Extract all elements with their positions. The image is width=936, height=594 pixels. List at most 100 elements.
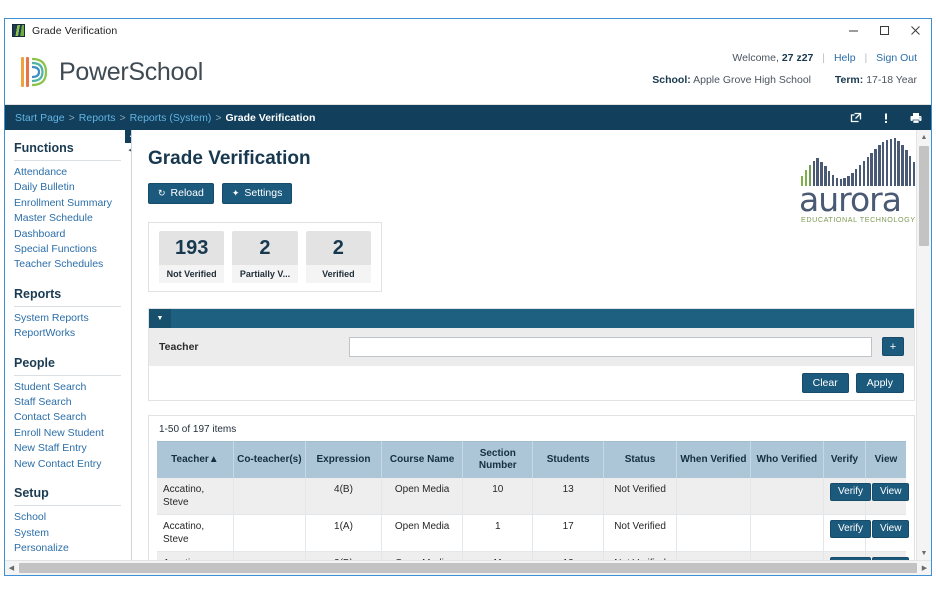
sidebar-item-enrollment-summary[interactable]: Enrollment Summary [14,196,121,211]
cell-status: Not Verified [603,478,676,515]
results-panel: 1-50 of 197 items Teacher▲ Co-teacher(s)… [148,415,915,560]
sidebar-item-attendance[interactable]: Attendance [14,165,121,180]
filter-panel-header: ▼ [149,309,914,328]
scroll-left-arrow-icon[interactable]: ◀ [5,564,18,572]
stat-label: Not Verified [159,265,224,283]
cell-verify: Verify [824,478,866,515]
column-header-verify: Verify [824,442,866,479]
cell-who-verified [750,478,823,515]
stat-card-partially-verified[interactable]: 2 Partially V... [232,231,297,283]
column-header-course-name[interactable]: Course Name [382,442,463,479]
scroll-down-arrow-icon[interactable]: ▼ [917,546,931,560]
sidebar-item-system-reports[interactable]: System Reports [14,311,121,326]
sidebar-group-reports: Reports System Reports ReportWorks [14,281,121,342]
minimize-button[interactable] [838,19,869,42]
sidebar-heading-people: People [14,350,121,376]
stat-card-verified[interactable]: 2 Verified [306,231,371,283]
window-titlebar: Grade Verification [5,19,931,43]
sidebar-item-system[interactable]: System [14,526,121,541]
sidebar-item-school[interactable]: School [14,510,121,525]
brand-name: PowerSchool [59,58,203,87]
column-header-coteachers[interactable]: Co-teacher(s) [233,442,305,479]
breadcrumb-item-reports[interactable]: Reports [79,112,116,124]
horizontal-scrollbar[interactable]: ◀ ▶ [5,560,931,575]
verify-button[interactable]: Verify [830,520,871,538]
cell-teacher: Accatino, Steve [157,478,233,515]
stat-label: Partially V... [232,265,297,283]
teacher-field-label: Teacher [159,341,339,353]
column-header-students[interactable]: Students [533,442,603,479]
cell-students: 13 [533,478,603,515]
sidebar-item-special-functions[interactable]: Special Functions [14,242,121,257]
table-row[interactable]: Accatino, Steve 3(B) Open Media 11 13 No… [157,552,906,561]
sidebar-item-master-schedule[interactable]: Master Schedule [14,211,121,226]
powerschool-logo: PowerSchool [21,55,203,89]
settings-button[interactable]: ✦ Settings [222,183,293,204]
aurora-logo: aurora EDUCATIONAL TECHNOLOGY [795,138,923,220]
sidebar-item-dashboard[interactable]: Dashboard [14,227,121,242]
column-header-status[interactable]: Status [603,442,676,479]
chevron-down-icon[interactable]: ▼ [149,309,171,328]
sidebar-item-new-staff-entry[interactable]: New Staff Entry [14,441,121,456]
column-header-expression[interactable]: Expression [305,442,381,479]
vertical-scrollbar-thumb[interactable] [919,146,929,246]
column-header-section-number[interactable]: Section Number [463,442,533,479]
school-value: Apple Grove High School [693,74,811,86]
sidebar-item-enroll-new-student[interactable]: Enroll New Student [14,426,121,441]
cell-section-number: 10 [463,478,533,515]
apply-button[interactable]: Apply [856,373,904,394]
print-icon[interactable] [909,112,923,124]
horizontal-scrollbar-thumb[interactable] [19,563,917,573]
add-filter-button[interactable]: + [882,337,904,356]
stats-panel: 193 Not Verified 2 Partially V... 2 Veri… [148,222,382,292]
reload-button[interactable]: ↻ Reload [148,183,214,204]
sidebar-heading-setup: Setup [14,480,121,506]
table-row[interactable]: Accatino, Steve 4(B) Open Media 10 13 No… [157,478,906,515]
sidebar-heading-functions: Functions [14,138,121,161]
app-icon [12,24,25,37]
column-header-view: View [865,442,906,479]
window-title: Grade Verification [32,25,117,37]
sidebar-item-contact-search[interactable]: Contact Search [14,410,121,425]
scroll-up-icon[interactable]: ▲ [125,130,132,143]
scroll-up-arrow-icon[interactable]: ▲ [917,130,931,144]
column-header-teacher[interactable]: Teacher▲ [157,442,233,479]
filter-panel-footer: Clear Apply [149,366,914,401]
help-link[interactable]: Help [834,52,856,64]
sidebar-item-student-search[interactable]: Student Search [14,380,121,395]
stat-value: 193 [161,237,222,260]
breadcrumb-item-reports-system[interactable]: Reports (System) [130,112,212,124]
cell-students: 17 [533,515,603,552]
stat-card-not-verified[interactable]: 193 Not Verified [159,231,224,283]
scroll-right-arrow-icon[interactable]: ▶ [918,564,931,572]
teacher-search-input[interactable] [349,337,872,357]
sidebar-item-personalize[interactable]: Personalize [14,541,121,556]
alert-icon[interactable] [879,112,893,124]
sidebar-item-new-contact-entry[interactable]: New Contact Entry [14,457,121,472]
sidebar-item-teacher-schedules[interactable]: Teacher Schedules [14,257,121,272]
powerschool-mark-icon [21,55,47,89]
cell-section-number: 1 [463,515,533,552]
table-row[interactable]: Accatino, Steve 1(A) Open Media 1 17 Not… [157,515,906,552]
column-header-when-verified[interactable]: When Verified [677,442,750,479]
cell-teacher: Accatino, Steve [157,552,233,561]
breadcrumb-item-start-page[interactable]: Start Page [15,112,65,124]
vertical-scrollbar[interactable]: ▲ ▼ [916,130,931,560]
clear-button[interactable]: Clear [802,373,849,394]
cell-view: View [865,552,906,561]
app-header: PowerSchool Welcome, 27 z27 | Help | Sig… [5,43,931,105]
breadcrumb-separator: > [116,112,130,124]
sidebar-item-reportworks[interactable]: ReportWorks [14,326,121,341]
column-header-who-verified[interactable]: Who Verified [750,442,823,479]
view-button[interactable]: View [872,483,910,501]
external-link-icon[interactable] [849,112,863,124]
view-button[interactable]: View [872,520,910,538]
close-button[interactable] [900,19,931,42]
cell-section-number: 11 [463,552,533,561]
verify-button[interactable]: Verify [830,483,871,501]
cell-students: 13 [533,552,603,561]
sign-out-link[interactable]: Sign Out [876,52,917,64]
maximize-button[interactable] [869,19,900,42]
sidebar-item-daily-bulletin[interactable]: Daily Bulletin [14,180,121,195]
sidebar-item-staff-search[interactable]: Staff Search [14,395,121,410]
